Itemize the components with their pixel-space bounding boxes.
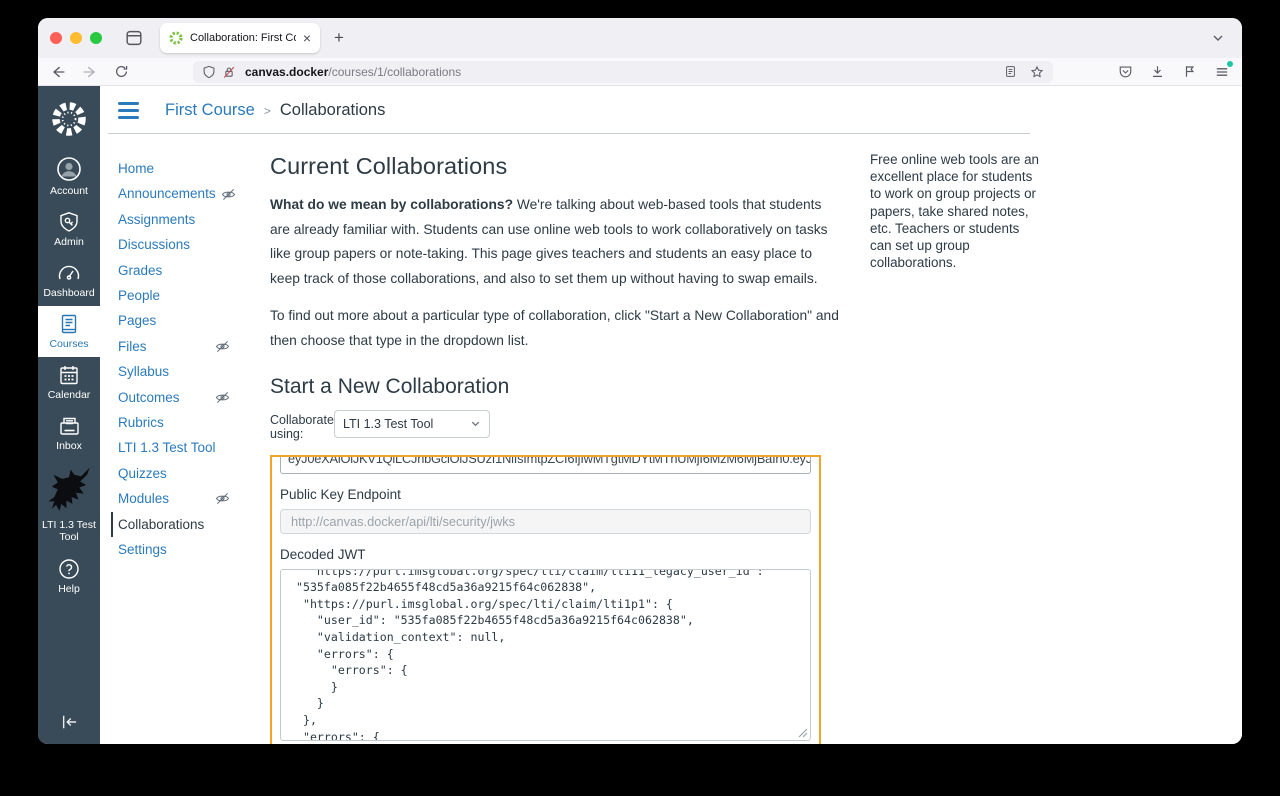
reload-button[interactable] (114, 64, 129, 79)
browser-window: Collaboration: First Course × + (38, 18, 1242, 744)
course-nav-files[interactable]: Files (118, 334, 230, 359)
dashboard-gauge-icon (57, 262, 81, 284)
help-icon (58, 558, 80, 580)
avatar-icon (56, 156, 82, 182)
course-nav-toggle-icon[interactable] (118, 102, 139, 119)
course-nav-grades[interactable]: Grades (118, 258, 230, 283)
collapse-arrow-icon (59, 714, 79, 730)
sidebar-item-inbox[interactable]: Inbox (38, 408, 100, 459)
course-nav-lti-test-tool[interactable]: LTI 1.3 Test Tool (118, 435, 230, 460)
course-nav-quizzes[interactable]: Quizzes (118, 461, 230, 486)
insecure-lock-icon[interactable] (222, 65, 236, 79)
course-nav-outcomes[interactable]: Outcomes (118, 385, 230, 410)
hidden-eye-icon (221, 188, 236, 201)
sidebar-item-calendar[interactable]: Calendar (38, 357, 100, 408)
bookmark-star-icon[interactable] (1030, 65, 1044, 79)
jwt-input[interactable]: eyJ0eXAiOiJKV1QiLCJhbGciOiJSUzI1NiIsImtp… (280, 457, 811, 474)
admin-shield-icon (58, 211, 80, 233)
canvas-favicon-icon (169, 31, 183, 45)
course-nav-people[interactable]: People (118, 283, 230, 308)
select-value: LTI 1.3 Test Tool (343, 417, 433, 431)
page-title: Current Collaborations (270, 153, 844, 180)
extensions-flag-icon[interactable] (1182, 64, 1197, 79)
inbox-icon (58, 415, 81, 437)
app-menu-button[interactable] (1214, 64, 1230, 80)
public-key-endpoint-input[interactable] (280, 509, 811, 534)
back-button[interactable] (50, 64, 66, 80)
tab-close-icon[interactable]: × (303, 31, 311, 45)
sidebar-item-account[interactable]: Account (38, 149, 100, 204)
course-nav-collaborations[interactable]: Collaborations (111, 512, 223, 537)
second-paragraph: To find out more about a particular type… (270, 304, 844, 353)
zoom-window-button[interactable] (90, 32, 102, 44)
collaboration-type-select[interactable]: LTI 1.3 Test Tool (334, 410, 490, 438)
chevron-down-icon (470, 418, 481, 429)
main-column: Current Collaborations What do we mean b… (270, 134, 844, 744)
browser-toolbar: canvas.docker/courses/1/collaborations (38, 58, 1242, 86)
reader-view-icon[interactable] (1004, 65, 1017, 78)
course-nav-modules[interactable]: Modules (118, 486, 230, 511)
firefox-view-icon[interactable] (124, 28, 144, 48)
breadcrumb-course-link[interactable]: First Course (165, 101, 255, 120)
course-nav-rubrics[interactable]: Rubrics (118, 410, 230, 435)
course-nav-syllabus[interactable]: Syllabus (118, 359, 230, 384)
url-text: canvas.docker/courses/1/collaborations (245, 65, 998, 79)
canvas-logo-icon[interactable] (38, 86, 100, 149)
hidden-eye-icon (215, 391, 230, 404)
intro-paragraph: What do we mean by collaborations? We're… (270, 193, 844, 291)
resize-handle-icon[interactable] (798, 728, 808, 738)
collapse-global-nav-button[interactable] (38, 702, 100, 744)
breadcrumb: First Course > Collaborations (165, 101, 385, 120)
breadcrumb-current-page: Collaborations (280, 101, 385, 120)
course-nav-pages[interactable]: Pages (118, 308, 230, 333)
list-all-tabs-chevron-icon[interactable] (1210, 30, 1226, 46)
address-bar[interactable]: canvas.docker/courses/1/collaborations (193, 61, 1053, 83)
tracking-shield-icon[interactable] (202, 65, 216, 79)
unicorn-icon (43, 466, 95, 516)
minimize-window-button[interactable] (70, 32, 82, 44)
downloads-icon[interactable] (1150, 64, 1165, 79)
page-content: First Course > Collaborations Home Annou… (100, 86, 1242, 744)
decoded-jwt-label: Decoded JWT (280, 547, 811, 562)
forward-button[interactable] (82, 64, 98, 80)
course-nav-announcements[interactable]: Announcements (118, 181, 230, 206)
tab-title: Collaboration: First Course (190, 32, 296, 44)
lti-tool-frame: eyJ0eXAiOiJKV1QiLCJhbGciOiJSUzI1NiIsImtp… (270, 455, 821, 744)
course-nav-assignments[interactable]: Assignments (118, 207, 230, 232)
calendar-icon (58, 364, 80, 386)
courses-book-icon (58, 313, 80, 335)
course-nav-discussions[interactable]: Discussions (118, 232, 230, 257)
traffic-lights (50, 32, 102, 44)
menu-notification-dot (1227, 61, 1233, 67)
course-nav-settings[interactable]: Settings (118, 537, 230, 562)
decoded-jwt-textarea[interactable]: "https://purl.imsglobal.org/spec/lti/cla… (280, 569, 811, 741)
public-key-endpoint-label: Public Key Endpoint (280, 487, 811, 502)
sidebar-info-text: Free online web tools are an excellent p… (870, 151, 1042, 271)
course-nav: Home Announcements Assignments Discussio… (100, 134, 246, 744)
pocket-icon[interactable] (1118, 64, 1133, 79)
sidebar-info-panel: Free online web tools are an excellent p… (870, 134, 1042, 744)
sidebar-item-dashboard[interactable]: Dashboard (38, 255, 100, 306)
browser-tab[interactable]: Collaboration: First Course × (160, 23, 320, 53)
url-host: canvas.docker (245, 65, 328, 79)
sidebar-item-courses[interactable]: Courses (38, 306, 100, 357)
collaborate-using-label: Collaborate using: (270, 410, 326, 441)
sidebar-item-admin[interactable]: Admin (38, 204, 100, 255)
url-path: /courses/1/collaborations (328, 65, 461, 79)
close-window-button[interactable] (50, 32, 62, 44)
course-nav-home[interactable]: Home (118, 156, 230, 181)
hidden-eye-icon (215, 340, 230, 353)
sidebar-item-help[interactable]: Help (38, 551, 100, 602)
browser-tab-strip: Collaboration: First Course × + (38, 18, 1242, 58)
canvas-global-nav: Account Admin Dashboard C (38, 86, 100, 744)
intro-bold: What do we mean by collaborations? (270, 197, 513, 212)
hidden-eye-icon (215, 492, 230, 505)
new-tab-button[interactable]: + (334, 28, 344, 48)
start-collaboration-heading: Start a New Collaboration (270, 375, 844, 399)
course-header: First Course > Collaborations (108, 86, 1030, 134)
breadcrumb-separator: > (264, 104, 271, 118)
sidebar-item-lti-test-tool[interactable]: LTI 1.3 Test Tool (38, 459, 100, 550)
